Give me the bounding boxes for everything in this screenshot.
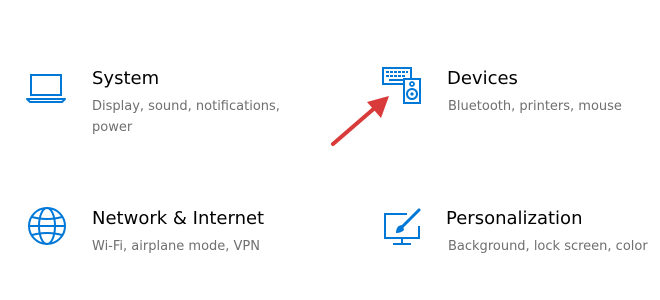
tile-description: Display, sound, notifications, power (92, 99, 280, 135)
settings-tile-system[interactable]: System Display, sound, notifications, po… (0, 50, 320, 150)
paint-screen-icon (381, 206, 425, 250)
globe-icon (25, 204, 69, 248)
settings-tile-network-internet[interactable]: Network & Internet Wi-Fi, airplane mode,… (0, 190, 320, 270)
tile-description: Wi-Fi, airplane mode, VPN (92, 239, 260, 254)
settings-tile-personalization[interactable]: Personalization Background, lock screen,… (340, 190, 660, 270)
tile-description: Background, lock screen, color (448, 239, 648, 254)
keyboard-speaker-icon (380, 63, 424, 107)
tile-title: System (92, 68, 160, 89)
laptop-icon (24, 66, 68, 110)
tile-title: Network & Internet (92, 208, 265, 229)
tile-title: Devices (447, 68, 518, 89)
tile-title: Personalization (446, 208, 583, 229)
tile-description: Bluetooth, printers, mouse (448, 99, 622, 114)
settings-tile-devices[interactable]: Devices Bluetooth, printers, mouse (340, 50, 660, 150)
